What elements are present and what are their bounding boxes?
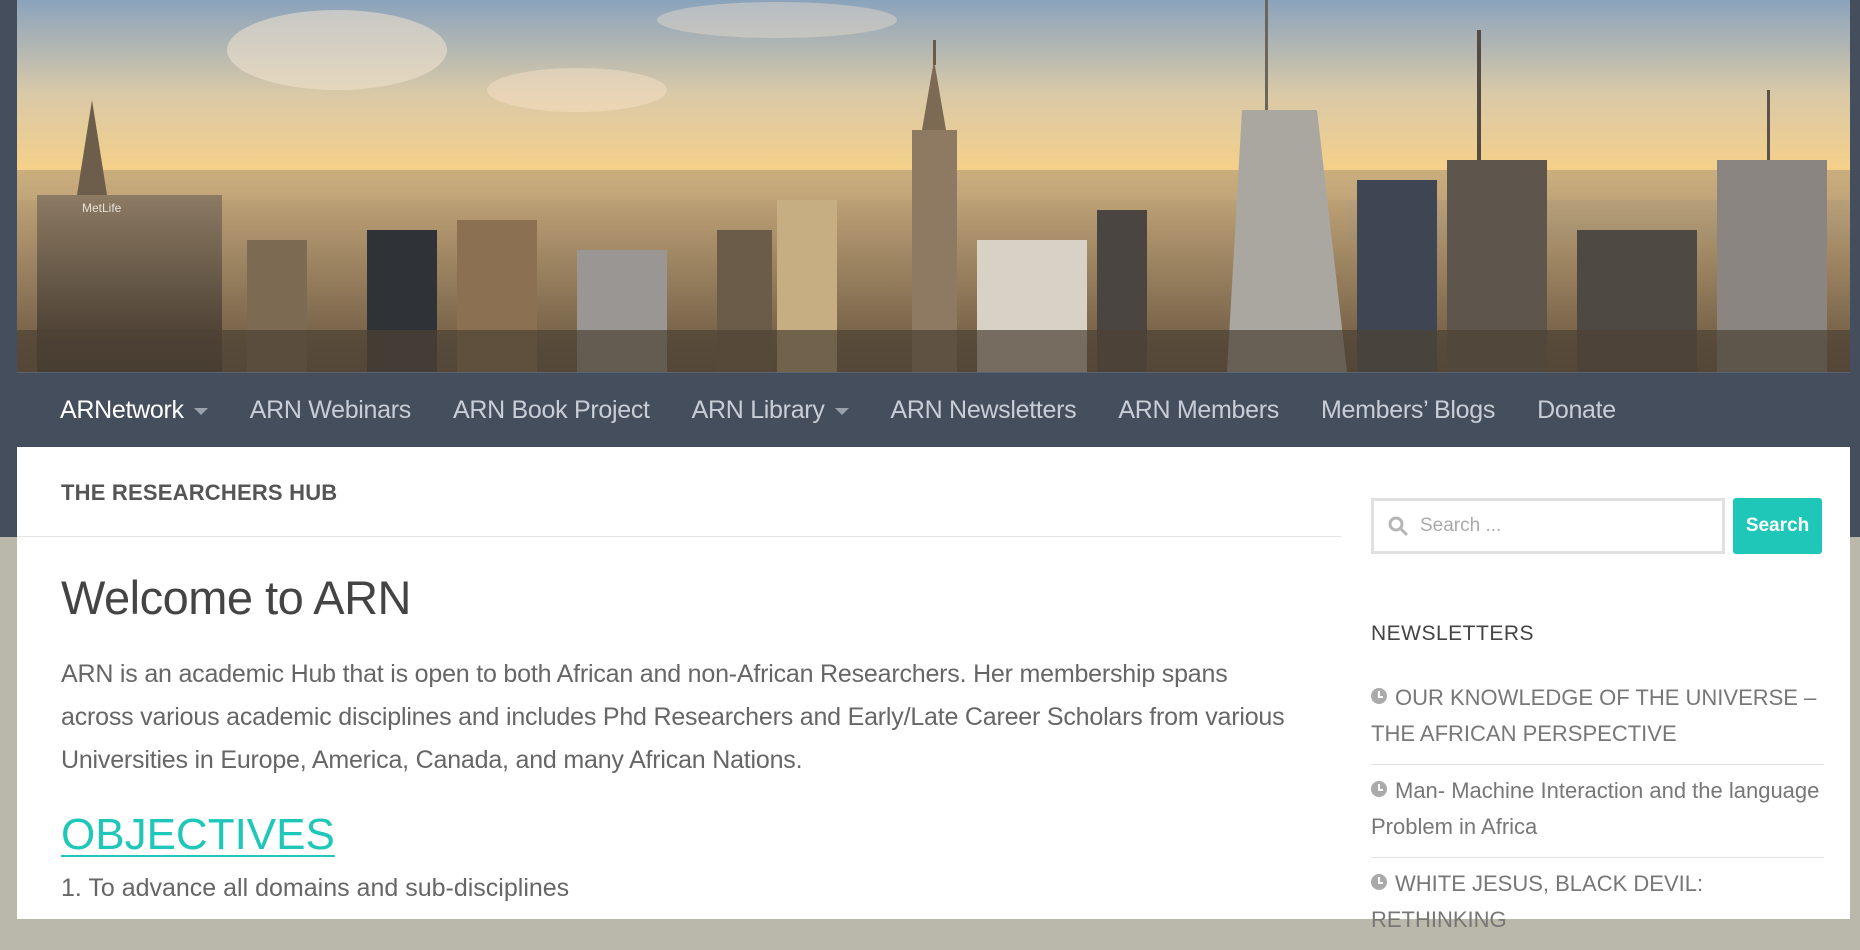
nav-item-label: ARN Webinars — [249, 395, 412, 424]
newsletters-widget-title: NEWSLETTERS — [1371, 622, 1535, 645]
nav-item-label: Members’ Blogs — [1320, 395, 1496, 424]
search-button[interactable]: Search — [1733, 498, 1822, 554]
nav-item-library[interactable]: ARN Library — [692, 396, 849, 425]
header-banner-image: MetLife — [17, 0, 1850, 372]
caret-down-icon — [193, 408, 208, 415]
newsletter-link[interactable]: Man- Machine Interaction and the languag… — [1371, 778, 1819, 839]
nav-item-newsletters[interactable]: ARN Newsletters — [891, 396, 1077, 425]
search-form: Search — [1371, 498, 1822, 554]
section-header: THE RESEARCHERS HUB — [17, 447, 1341, 537]
objective-list-item: 1. To advance all domains and sub-discip… — [61, 874, 570, 902]
search-field[interactable] — [1371, 498, 1725, 554]
search-icon — [1388, 516, 1408, 536]
newsletters-list: OUR KNOWLEDGE OF THE UNIVERSE – THE AFRI… — [1371, 672, 1824, 950]
clock-icon — [1371, 688, 1387, 704]
nav-item-donate[interactable]: Donate — [1537, 396, 1616, 425]
nav-item-label: ARN Library — [691, 395, 825, 424]
nav-item-label: ARN Book Project — [453, 395, 650, 424]
page-title: Welcome to ARN — [61, 571, 411, 624]
section-title: THE RESEARCHERS HUB — [61, 480, 338, 505]
banner-logo-text: MetLife — [82, 201, 122, 215]
clock-icon — [1371, 874, 1387, 890]
intro-paragraph: ARN is an academic Hub that is open to b… — [61, 660, 1285, 774]
nav-item-members-blogs[interactable]: Members’ Blogs — [1321, 396, 1495, 425]
nav-item-label: ARN Members — [1118, 395, 1279, 424]
caret-down-icon — [834, 408, 849, 415]
clock-icon — [1371, 781, 1387, 797]
nav-item-webinars[interactable]: ARN Webinars — [249, 395, 412, 425]
nav-item-members[interactable]: ARN Members — [1118, 396, 1279, 425]
main-navigation: ARNetwork ARN Webinars ARN Book Project … — [17, 372, 1850, 447]
newsletter-link[interactable]: WHITE JESUS, BLACK DEVIL: RETHINKING — [1371, 871, 1703, 932]
newsletter-item[interactable]: WHITE JESUS, BLACK DEVIL: RETHINKING — [1371, 858, 1824, 950]
nav-item-label: Donate — [1537, 395, 1616, 424]
main-content: Welcome to ARN ARN is an academic Hub th… — [61, 570, 1301, 903]
nav-item-label: ARN Newsletters — [890, 395, 1077, 424]
newsletter-item[interactable]: OUR KNOWLEDGE OF THE UNIVERSE – THE AFRI… — [1371, 672, 1824, 765]
search-input[interactable] — [1418, 514, 1702, 538]
nav-item-label: ARNetwork — [60, 395, 184, 424]
nav-item-book-project[interactable]: ARN Book Project — [453, 396, 650, 425]
newsletter-item[interactable]: Man- Machine Interaction and the languag… — [1371, 765, 1824, 858]
objectives-heading-link[interactable]: OBJECTIVES — [61, 810, 335, 860]
nav-item-arnetwork[interactable]: ARNetwork — [60, 396, 208, 425]
newsletter-link[interactable]: OUR KNOWLEDGE OF THE UNIVERSE – THE AFRI… — [1371, 685, 1816, 746]
site-container: MetLife ARNetwork ARN Webinars ARN Book … — [17, 0, 1850, 932]
